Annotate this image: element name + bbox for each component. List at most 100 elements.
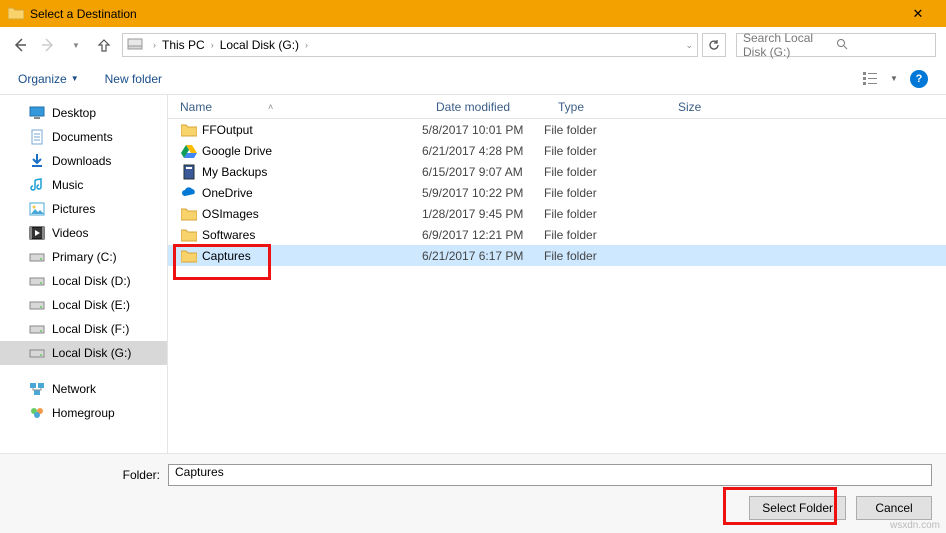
drive-icon: [28, 297, 46, 313]
file-type: File folder: [544, 123, 664, 137]
homegroup-icon: [28, 405, 46, 421]
file-date: 5/9/2017 10:22 PM: [422, 186, 544, 200]
chevron-right-icon[interactable]: ›: [149, 40, 160, 50]
breadcrumb-this-pc[interactable]: This PC: [160, 38, 207, 52]
select-folder-button[interactable]: Select Folder: [749, 496, 846, 520]
sidebar-item-network[interactable]: Network: [0, 377, 167, 401]
refresh-button[interactable]: [702, 33, 726, 57]
sidebar-item-homegroup[interactable]: Homegroup: [0, 401, 167, 425]
breadcrumb[interactable]: › This PC › Local Disk (G:) › ⌄: [122, 33, 698, 57]
file-date: 6/21/2017 6:17 PM: [422, 249, 544, 263]
sidebar-item-label: Homegroup: [52, 406, 115, 420]
dialog-body: Desktop Documents Downloads Music Pictures Vi…: [0, 95, 946, 488]
sidebar-item-local-disk-d-[interactable]: Local Disk (D:): [0, 269, 167, 293]
sidebar-item-label: Local Disk (F:): [52, 322, 129, 336]
file-type: File folder: [544, 186, 664, 200]
file-row[interactable]: Softwares6/9/2017 12:21 PMFile folder: [168, 224, 946, 245]
desktop-icon: [28, 105, 46, 121]
network-icon: [28, 381, 46, 397]
window-title: Select a Destination: [30, 7, 898, 21]
back-button[interactable]: [10, 35, 30, 55]
drive-icon: [28, 321, 46, 337]
sidebar-item-label: Local Disk (D:): [52, 274, 131, 288]
file-type: File folder: [544, 165, 664, 179]
folder-input[interactable]: Captures: [168, 464, 932, 486]
sidebar-item-local-disk-f-[interactable]: Local Disk (F:): [0, 317, 167, 341]
folder-icon: [180, 122, 198, 138]
nav-bar: ▼ › This PC › Local Disk (G:) › ⌄ Search…: [0, 27, 946, 63]
column-size[interactable]: Size: [666, 100, 746, 114]
view-mode-button[interactable]: [860, 68, 886, 90]
file-row[interactable]: Captures6/21/2017 6:17 PMFile folder: [168, 245, 946, 266]
file-type: File folder: [544, 249, 664, 263]
folder-icon: [180, 248, 198, 264]
file-row[interactable]: OneDrive5/9/2017 10:22 PMFile folder: [168, 182, 946, 203]
file-row[interactable]: OSImages1/28/2017 9:45 PMFile folder: [168, 203, 946, 224]
file-name: Softwares: [202, 228, 422, 242]
up-button[interactable]: [94, 35, 114, 55]
cancel-button[interactable]: Cancel: [856, 496, 932, 520]
folder-icon: [180, 206, 198, 222]
drive-icon: [28, 273, 46, 289]
sidebar-item-label: Primary (C:): [52, 250, 117, 264]
recent-dropdown[interactable]: ▼: [66, 35, 86, 55]
title-bar: Select a Destination ✕: [0, 0, 946, 27]
file-type: File folder: [544, 228, 664, 242]
file-row[interactable]: My Backups6/15/2017 9:07 AMFile folder: [168, 161, 946, 182]
watermark: wsxdn.com: [890, 520, 940, 531]
chevron-right-icon[interactable]: ›: [301, 40, 312, 50]
help-button[interactable]: ?: [910, 70, 928, 88]
file-name: Google Drive: [202, 144, 422, 158]
backup-icon: [180, 164, 198, 180]
sidebar-item-videos[interactable]: Videos: [0, 221, 167, 245]
sidebar-item-documents[interactable]: Documents: [0, 125, 167, 149]
videos-icon: [28, 225, 46, 241]
breadcrumb-drive[interactable]: Local Disk (G:): [218, 38, 301, 52]
download-icon: [28, 153, 46, 169]
folder-icon: [8, 6, 24, 22]
file-date: 1/28/2017 9:45 PM: [422, 207, 544, 221]
file-row[interactable]: Google Drive6/21/2017 4:28 PMFile folder: [168, 140, 946, 161]
organize-button[interactable]: Organize: [18, 72, 67, 86]
breadcrumb-dropdown[interactable]: ⌄: [681, 40, 693, 51]
pictures-icon: [28, 201, 46, 217]
forward-button[interactable]: [38, 35, 58, 55]
doc-icon: [28, 129, 46, 145]
search-placeholder: Search Local Disk (G:): [743, 31, 836, 59]
sort-indicator: ˄: [268, 102, 273, 112]
column-date[interactable]: Date modified: [424, 100, 546, 114]
chevron-right-icon[interactable]: ›: [207, 40, 218, 50]
sidebar-item-desktop[interactable]: Desktop: [0, 101, 167, 125]
file-date: 6/21/2017 4:28 PM: [422, 144, 544, 158]
drive-icon: [28, 345, 46, 361]
sidebar-item-label: Desktop: [52, 106, 96, 120]
chevron-down-icon[interactable]: ▼: [71, 74, 79, 83]
column-type[interactable]: Type: [546, 100, 666, 114]
close-button[interactable]: ✕: [898, 0, 938, 27]
file-name: My Backups: [202, 165, 422, 179]
file-list[interactable]: FFOutput5/8/2017 10:01 PMFile folderGoog…: [168, 119, 946, 488]
sidebar-item-primary-c-[interactable]: Primary (C:): [0, 245, 167, 269]
sidebar-item-local-disk-e-[interactable]: Local Disk (E:): [0, 293, 167, 317]
sidebar-item-label: Music: [52, 178, 83, 192]
sidebar-item-downloads[interactable]: Downloads: [0, 149, 167, 173]
file-type: File folder: [544, 207, 664, 221]
toolbar: Organize ▼ New folder ▼ ?: [0, 63, 946, 95]
file-row[interactable]: FFOutput5/8/2017 10:01 PMFile folder: [168, 119, 946, 140]
new-folder-button[interactable]: New folder: [105, 72, 162, 86]
sidebar-item-label: Documents: [52, 130, 113, 144]
dialog-footer: Folder: Captures Select Folder Cancel: [0, 453, 946, 533]
file-name: FFOutput: [202, 123, 422, 137]
file-date: 5/8/2017 10:01 PM: [422, 123, 544, 137]
file-area: Name˄ Date modified Type Size FFOutput5/…: [168, 95, 946, 488]
sidebar-item-pictures[interactable]: Pictures: [0, 197, 167, 221]
gdrive-icon: [180, 143, 198, 159]
sidebar-item-label: Local Disk (G:): [52, 346, 131, 360]
sidebar-item-local-disk-g-[interactable]: Local Disk (G:): [0, 341, 167, 365]
view-dropdown[interactable]: ▼: [888, 68, 900, 90]
music-icon: [28, 177, 46, 193]
search-input[interactable]: Search Local Disk (G:): [736, 33, 936, 57]
sidebar-item-label: Pictures: [52, 202, 95, 216]
column-name[interactable]: Name˄: [168, 100, 424, 114]
sidebar-item-music[interactable]: Music: [0, 173, 167, 197]
